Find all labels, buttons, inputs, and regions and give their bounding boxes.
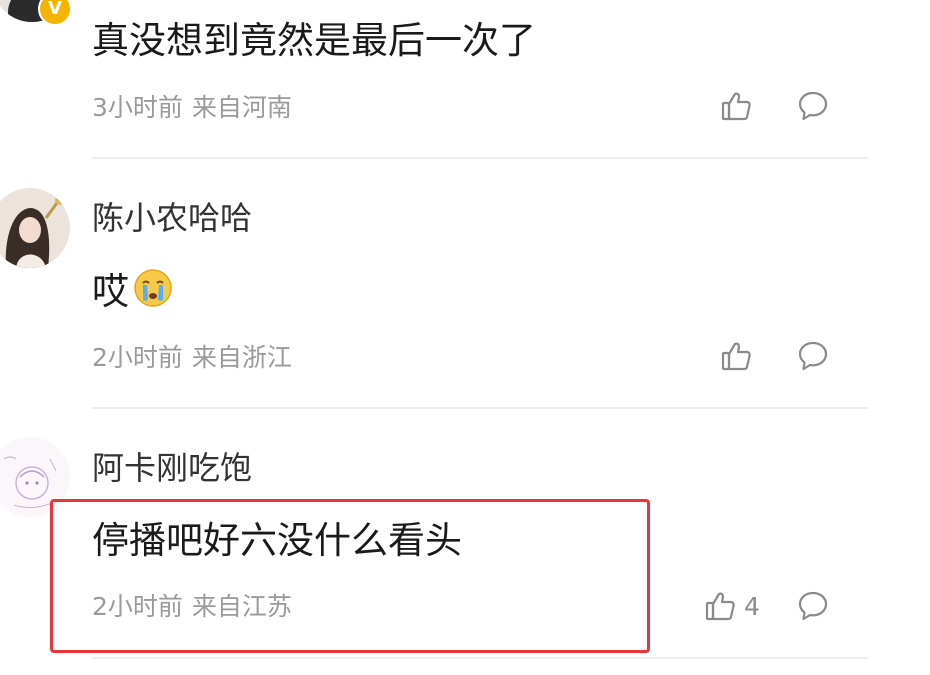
comment-text: 真没想到竟然是最后一次了 (92, 19, 536, 62)
comment-location: 来自江苏 (191, 592, 292, 621)
reply-button[interactable] (797, 590, 829, 626)
like-button[interactable]: 4 (704, 590, 760, 622)
divider (92, 407, 868, 409)
avatar[interactable] (0, 437, 70, 517)
thumbs-up-icon (721, 342, 751, 371)
avatar[interactable] (0, 188, 70, 268)
comment-meta: 3小时前 来自河南 (92, 95, 292, 120)
comment-time: 2小时前 (92, 592, 183, 621)
thumbs-up-icon (705, 592, 735, 621)
speech-bubble-icon (798, 91, 828, 121)
like-button[interactable] (720, 90, 760, 122)
thumbs-up-icon (721, 92, 751, 121)
crying-face-icon (133, 268, 173, 314)
reply-button[interactable] (797, 340, 829, 376)
divider (92, 157, 868, 159)
comment-time: 3小时前 (92, 93, 183, 122)
comment-meta: 2小时前 来自江苏 (92, 594, 292, 619)
comment-location: 来自河南 (191, 93, 292, 122)
speech-bubble-icon (798, 341, 828, 371)
comment-time: 2小时前 (92, 343, 183, 372)
reply-button[interactable] (797, 90, 829, 126)
comment-text: 哎 (92, 268, 173, 314)
vip-badge-icon: V (38, 0, 72, 26)
comment-meta: 2小时前 来自浙江 (92, 345, 292, 370)
like-button[interactable] (720, 340, 760, 372)
like-count: 4 (744, 591, 760, 621)
comment-location: 来自浙江 (191, 343, 292, 372)
comment-text: 停播吧好六没什么看头 (92, 519, 462, 562)
comment-username[interactable]: 阿卡刚吃饱 (92, 452, 252, 484)
comment-username[interactable]: 陈小农哈哈 (92, 202, 252, 234)
divider (92, 657, 868, 659)
speech-bubble-icon (798, 591, 828, 621)
